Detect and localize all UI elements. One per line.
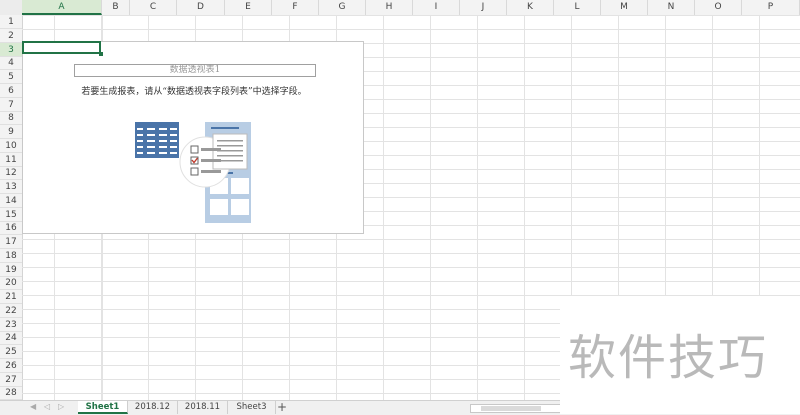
- row-header-7[interactable]: 7: [0, 98, 22, 112]
- row-header-26[interactable]: 26: [0, 359, 22, 373]
- fill-handle[interactable]: [99, 52, 103, 56]
- row-header-9[interactable]: 9: [0, 125, 22, 139]
- first-sheet-icon[interactable]: ◀: [30, 402, 36, 411]
- column-header-bar: ABCDEFGHIJKLMNOP: [0, 0, 800, 16]
- row-header-5[interactable]: 5: [0, 70, 22, 84]
- row-header-21[interactable]: 21: [0, 290, 22, 304]
- row-header-20[interactable]: 20: [0, 276, 22, 291]
- pivot-illustration-icon: [135, 122, 251, 223]
- column-header-h[interactable]: H: [366, 0, 413, 15]
- row-header-23[interactable]: 23: [0, 318, 22, 332]
- row-header-bar: 1 2 3 4 5 6 7 8 9 10 11 12 13 14 15 16 17 18 19 20 21 22 23 24 2…: [0, 15, 23, 401]
- tab-2018-11[interactable]: 2018.11: [178, 401, 228, 414]
- column-header-d[interactable]: D: [177, 0, 225, 15]
- column-header-k[interactable]: K: [507, 0, 554, 15]
- row-header-19[interactable]: 19: [0, 263, 22, 277]
- column-header-f[interactable]: F: [272, 0, 319, 15]
- row-header-25[interactable]: 25: [0, 345, 22, 359]
- column-header-m[interactable]: M: [601, 0, 648, 15]
- row-header-28[interactable]: 28: [0, 386, 22, 401]
- row-header-1[interactable]: 1: [0, 15, 22, 29]
- row-header-14[interactable]: 14: [0, 194, 22, 208]
- column-header-a[interactable]: A: [22, 0, 102, 15]
- row-header-6[interactable]: 6: [0, 84, 22, 98]
- add-sheet-button[interactable]: +: [277, 401, 287, 414]
- column-header-p[interactable]: P: [742, 0, 800, 15]
- row-header-16[interactable]: 16: [0, 221, 22, 236]
- column-header-e[interactable]: E: [225, 0, 272, 15]
- pivot-title: 数据透视表1: [74, 64, 316, 77]
- row-header-13[interactable]: 13: [0, 180, 22, 194]
- row-header-4[interactable]: 4: [0, 56, 22, 71]
- column-header-i[interactable]: I: [413, 0, 460, 15]
- select-all-corner[interactable]: [0, 0, 23, 15]
- column-header-o[interactable]: O: [695, 0, 742, 15]
- tab-2018-12[interactable]: 2018.12: [128, 401, 178, 414]
- horizontal-scrollbar[interactable]: [470, 404, 562, 413]
- column-header-b[interactable]: B: [102, 0, 130, 15]
- prev-sheet-icon[interactable]: ◁: [44, 402, 50, 411]
- row-header-17[interactable]: 17: [0, 235, 22, 249]
- next-sheet-icon[interactable]: ▷: [58, 402, 64, 411]
- row-header-22[interactable]: 22: [0, 304, 22, 318]
- pivot-instruction: 若要生成报表，请从“数据透视表字段列表”中选择字段。: [81, 87, 307, 97]
- column-header-j[interactable]: J: [460, 0, 507, 15]
- column-header-n[interactable]: N: [648, 0, 695, 15]
- row-header-12[interactable]: 12: [0, 166, 22, 181]
- row-header-10[interactable]: 10: [0, 139, 22, 153]
- tab-sheet3[interactable]: Sheet3: [228, 401, 276, 414]
- row-header-3[interactable]: 3: [0, 42, 22, 57]
- row-header-24[interactable]: 24: [0, 331, 22, 346]
- row-header-18[interactable]: 18: [0, 249, 22, 263]
- tab-sheet1[interactable]: Sheet1: [78, 401, 128, 414]
- row-header-15[interactable]: 15: [0, 208, 22, 222]
- column-header-g[interactable]: G: [319, 0, 366, 15]
- column-header-l[interactable]: L: [554, 0, 601, 15]
- scrollbar-thumb[interactable]: [481, 406, 541, 411]
- selected-cell-a3[interactable]: [22, 41, 101, 54]
- table-grid-icon: [135, 122, 179, 158]
- row-header-27[interactable]: 27: [0, 373, 22, 387]
- row-header-8[interactable]: 8: [0, 111, 22, 126]
- column-header-c[interactable]: C: [130, 0, 177, 15]
- watermark-text: 软件技巧: [568, 330, 769, 386]
- pivot-table-placeholder[interactable]: 数据透视表1 若要生成报表，请从“数据透视表字段列表”中选择字段。: [22, 41, 364, 234]
- row-header-11[interactable]: 11: [0, 153, 22, 167]
- row-header-2[interactable]: 2: [0, 29, 22, 43]
